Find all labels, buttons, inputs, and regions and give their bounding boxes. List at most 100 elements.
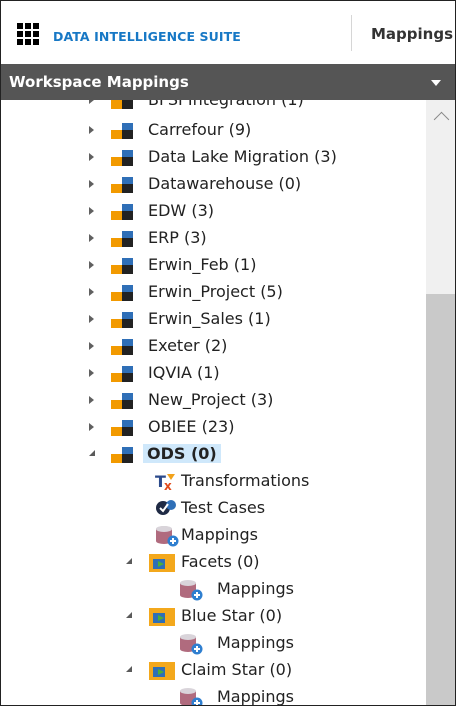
- tree-node-transformations[interactable]: Tx Transformations: [1, 469, 421, 493]
- tree-node-project[interactable]: BFSI Integration (1): [1, 100, 421, 112]
- top-bar: DATA INTELLIGENCE SUITE Mappings: [1, 1, 455, 63]
- collapse-arrow-icon[interactable]: [126, 612, 132, 618]
- collapse-arrow-icon[interactable]: [126, 666, 132, 672]
- test-cases-icon: [156, 500, 176, 515]
- tree-scrollbar[interactable]: [426, 100, 455, 705]
- tree-node-label: Erwin_Sales (1): [148, 309, 271, 328]
- tree-node-test-cases[interactable]: Test Cases: [1, 496, 421, 520]
- subject-area-icon: [149, 554, 175, 572]
- app-frame: DATA INTELLIGENCE SUITE Mappings Workspa…: [0, 0, 456, 706]
- project-icon: [111, 312, 133, 328]
- tree-node-label: Datawarehouse (0): [148, 174, 302, 193]
- expand-arrow-icon[interactable]: [89, 100, 94, 104]
- tree-node-label: BFSI Integration (1): [148, 100, 304, 109]
- project-icon: [111, 258, 133, 274]
- tree-node-label-selected: ODS (0): [143, 444, 221, 463]
- mappings-db-icon: [156, 526, 179, 547]
- tree-node-mappings[interactable]: Mappings: [1, 577, 421, 601]
- tree-node-project[interactable]: EDW (3): [1, 199, 421, 223]
- tree-node-label: Claim Star (0): [181, 660, 293, 679]
- tree-node-project[interactable]: OBIEE (23): [1, 415, 421, 439]
- tree-node-label: ERP (3): [148, 228, 207, 247]
- tree-node-label: EDW (3): [148, 201, 214, 220]
- tree-node-project[interactable]: New_Project (3): [1, 388, 421, 412]
- collapse-arrow-icon[interactable]: [89, 450, 95, 456]
- workspace-panel-header: Workspace Mappings: [1, 64, 455, 100]
- subject-area-icon: [149, 662, 175, 680]
- tree-node-label: New_Project (3): [148, 390, 274, 409]
- header-divider: [351, 15, 352, 51]
- collapse-arrow-icon[interactable]: [126, 558, 132, 564]
- project-icon: [111, 204, 133, 220]
- tree-node-project[interactable]: Carrefour (9): [1, 118, 421, 142]
- tree-node-label: Mappings: [181, 525, 258, 544]
- project-icon: [111, 420, 133, 436]
- project-icon: [111, 231, 133, 247]
- mappings-db-icon: [180, 580, 203, 601]
- tree-node-label: Test Cases: [181, 498, 266, 517]
- expand-arrow-icon[interactable]: [89, 153, 94, 161]
- expand-arrow-icon[interactable]: [89, 288, 94, 296]
- expand-arrow-icon[interactable]: [89, 180, 94, 188]
- project-icon: [111, 177, 133, 193]
- project-icon: [111, 366, 133, 382]
- expand-arrow-icon[interactable]: [89, 342, 94, 350]
- tree-node-label: OBIEE (23): [148, 417, 235, 436]
- expand-arrow-icon[interactable]: [89, 396, 94, 404]
- tree-node-label: IQVIA (1): [148, 363, 220, 382]
- tree-node-subject-area[interactable]: Claim Star (0): [1, 658, 421, 682]
- tree-node-label: Blue Star (0): [181, 606, 283, 625]
- app-grid-icon[interactable]: [17, 23, 39, 45]
- svg-text:x: x: [164, 479, 172, 491]
- tree-node-project[interactable]: Data Lake Migration (3): [1, 145, 421, 169]
- panel-menu-caret-icon[interactable]: [431, 80, 441, 86]
- tree-node-label: Transformations: [181, 471, 310, 490]
- subject-area-icon: [149, 608, 175, 626]
- tree-node-project[interactable]: ERP (3): [1, 226, 421, 250]
- tree-node-mappings[interactable]: Mappings: [1, 685, 421, 705]
- nav-mappings-tab[interactable]: Mappings: [371, 25, 453, 43]
- tree-node-label: Data Lake Migration (3): [148, 147, 337, 166]
- tree-node-project[interactable]: Exeter (2): [1, 334, 421, 358]
- tree-node-mappings[interactable]: Mappings: [1, 523, 421, 547]
- tree-node-subject-area[interactable]: Facets (0): [1, 550, 421, 574]
- expand-arrow-icon[interactable]: [89, 126, 94, 134]
- project-icon: [111, 100, 133, 109]
- tree-node-label: Erwin_Feb (1): [148, 255, 257, 274]
- scroll-up-icon[interactable]: [433, 111, 450, 128]
- brand-name[interactable]: DATA INTELLIGENCE SUITE: [53, 29, 241, 44]
- expand-arrow-icon[interactable]: [89, 234, 94, 242]
- expand-arrow-icon[interactable]: [89, 207, 94, 215]
- tree-node-project[interactable]: Datawarehouse (0): [1, 172, 421, 196]
- tree-node-subject-area[interactable]: Blue Star (0): [1, 604, 421, 628]
- tree-node-label: Mappings: [217, 687, 294, 705]
- expand-arrow-icon[interactable]: [89, 315, 94, 323]
- expand-arrow-icon[interactable]: [89, 369, 94, 377]
- tree-node-project[interactable]: IQVIA (1): [1, 361, 421, 385]
- workspace-tree: BFSI Integration (1) Carrefour (9) Data L…: [1, 100, 426, 705]
- expand-arrow-icon[interactable]: [89, 423, 94, 431]
- tree-node-project[interactable]: Erwin_Sales (1): [1, 307, 421, 331]
- project-icon: [111, 123, 133, 139]
- mappings-db-icon: [180, 634, 203, 655]
- tree-node-label: Exeter (2): [148, 336, 228, 355]
- panel-title: Workspace Mappings: [9, 73, 189, 91]
- transformations-icon: Tx: [155, 472, 175, 491]
- project-icon: [111, 150, 133, 166]
- tree-node-mappings[interactable]: Mappings: [1, 631, 421, 655]
- tree-node-label: Facets (0): [181, 552, 260, 571]
- tree-node-label: Mappings: [217, 633, 294, 652]
- tree-node-project[interactable]: Erwin_Feb (1): [1, 253, 421, 277]
- expand-arrow-icon[interactable]: [89, 261, 94, 269]
- tree-node-project[interactable]: Erwin_Project (5): [1, 280, 421, 304]
- tree-node-label: Carrefour (9): [148, 120, 252, 139]
- tree-node-label: Erwin_Project (5): [148, 282, 283, 301]
- project-icon: [111, 339, 133, 355]
- project-icon: [111, 285, 133, 301]
- mappings-db-icon: [180, 688, 203, 705]
- project-icon: [111, 393, 133, 409]
- scrollbar-thumb[interactable]: [426, 294, 455, 705]
- tree-node-ods[interactable]: ODS (0): [1, 442, 421, 466]
- tree-node-label: Mappings: [217, 579, 294, 598]
- project-icon: [111, 447, 133, 463]
